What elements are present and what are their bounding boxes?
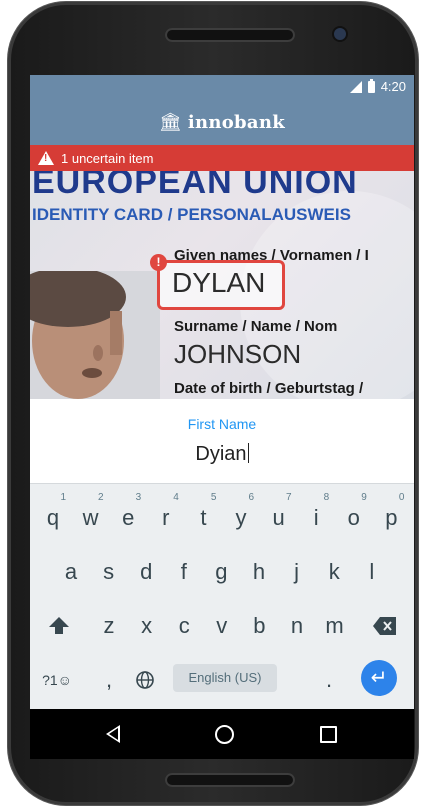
space-key[interactable]: English (US) — [173, 664, 277, 692]
key-p[interactable]: 0p — [374, 492, 408, 538]
screen: 4:20 🏛 innobank 1 uncertain item EUROPEA… — [30, 75, 414, 759]
first-name-input[interactable]: Dyian — [30, 443, 414, 466]
soft-keyboard: 1q2w3e4r5t6y7u8i9o0p asdfghjkl zxcvbnm ?… — [30, 483, 414, 710]
key-r[interactable]: 4r — [149, 492, 183, 538]
card-header: EUROPEAN UNION — [32, 171, 358, 201]
shift-icon[interactable] — [42, 606, 76, 646]
key-hint: 9 — [361, 492, 367, 503]
key-label: i — [313, 505, 319, 530]
key-j[interactable]: j — [280, 552, 314, 592]
top-speaker — [165, 28, 295, 42]
date-of-birth-label: Date of birth / Geburtstag / — [174, 380, 364, 397]
alert-text: 1 uncertain item — [61, 150, 154, 166]
key-hint: 4 — [173, 492, 179, 503]
key-w[interactable]: 2w — [74, 492, 108, 538]
key-q[interactable]: 1q — [36, 492, 70, 538]
key-hint: 2 — [98, 492, 104, 503]
key-hint: 5 — [210, 492, 217, 503]
card-subheader: IDENTITY CARD / PERSONALAUSWEIS — [32, 205, 351, 224]
key-hint: 1 — [60, 492, 66, 503]
key-a[interactable]: a — [54, 552, 88, 592]
key-label: q — [46, 505, 60, 530]
key-label: y — [235, 505, 247, 530]
key-i[interactable]: 8i — [299, 492, 333, 538]
key-label: w — [82, 505, 99, 530]
given-name-value[interactable]: DYLAN — [172, 267, 265, 299]
key-l[interactable]: l — [355, 552, 389, 592]
portrait-photo — [30, 271, 160, 399]
surname-label: Surname / Name / Nom — [174, 318, 338, 335]
key-y[interactable]: 6y — [224, 492, 258, 538]
id-card-image: EUROPEAN UNION IDENTITY CARD / PERSONALA… — [30, 171, 414, 399]
enter-key[interactable]: ↵ — [361, 660, 397, 696]
key-hint: 7 — [286, 492, 292, 503]
uncertain-badge-icon: ! — [150, 254, 167, 271]
battery-icon — [367, 78, 375, 93]
surname-value: JOHNSON — [174, 339, 302, 369]
back-icon[interactable] — [106, 725, 120, 743]
key-b[interactable]: b — [242, 606, 276, 646]
recent-apps-icon[interactable] — [320, 726, 337, 743]
key-k[interactable]: k — [317, 552, 351, 592]
bank-icon: 🏛 — [158, 112, 182, 132]
front-camera — [334, 28, 346, 40]
key-o[interactable]: 9o — [337, 492, 371, 538]
key-d[interactable]: d — [129, 552, 163, 592]
home-icon[interactable] — [215, 725, 234, 744]
first-name-label: First Name — [187, 416, 257, 432]
app-bar: 🏛 innobank — [30, 99, 414, 145]
key-z[interactable]: z — [92, 606, 126, 646]
key-u[interactable]: 7u — [262, 492, 296, 538]
status-icons: 4:20 — [349, 78, 406, 94]
key-e[interactable]: 3e — [111, 492, 145, 538]
enter-icon: ↵ — [370, 667, 388, 689]
key-c[interactable]: c — [167, 606, 201, 646]
key-t[interactable]: 5t — [186, 492, 220, 538]
edit-field-panel: First Name Dyian — [30, 399, 414, 483]
backspace-icon[interactable] — [368, 606, 402, 646]
globe-icon[interactable] — [128, 660, 162, 700]
symbols-key[interactable]: ?1☺ — [40, 660, 74, 700]
signal-icon — [349, 80, 362, 93]
system-nav-bar — [30, 709, 414, 759]
key-label: t — [200, 505, 207, 530]
key-g[interactable]: g — [204, 552, 238, 592]
key-label: u — [272, 505, 285, 530]
bottom-speaker — [165, 773, 295, 787]
key-n[interactable]: n — [280, 606, 314, 646]
key-hint: 3 — [135, 492, 142, 503]
period-key[interactable]: . — [312, 660, 346, 700]
status-bar: 4:20 — [30, 75, 414, 99]
key-label: o — [347, 505, 360, 530]
warning-icon — [38, 151, 54, 165]
key-hint: 8 — [323, 492, 330, 503]
key-s[interactable]: s — [92, 552, 126, 592]
key-h[interactable]: h — [242, 552, 276, 592]
key-x[interactable]: x — [130, 606, 164, 646]
key-label: e — [122, 505, 135, 530]
app-title: innobank — [187, 111, 286, 133]
status-time: 4:20 — [380, 79, 406, 94]
key-hint: 6 — [248, 492, 254, 503]
key-v[interactable]: v — [205, 606, 239, 646]
text-caret — [247, 443, 249, 463]
uncertain-alert-banner[interactable]: 1 uncertain item — [30, 145, 414, 171]
key-f[interactable]: f — [167, 552, 201, 592]
key-m[interactable]: m — [318, 606, 352, 646]
key-label: p — [385, 505, 398, 530]
key-label: r — [162, 505, 170, 530]
first-name-input-text: Dyian — [195, 443, 247, 465]
comma-key[interactable]: , — [92, 660, 126, 700]
key-hint: 0 — [398, 492, 405, 503]
